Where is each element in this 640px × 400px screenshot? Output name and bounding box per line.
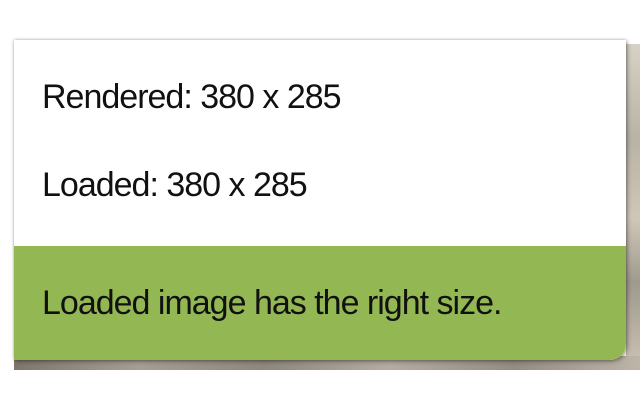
- image-size-tooltip: Rendered: 380 x 285 Loaded: 380 x 285 Lo…: [14, 40, 626, 360]
- background-image-edge: [626, 44, 640, 362]
- loaded-size-text: Loaded: 380 x 285: [42, 166, 308, 204]
- status-message: Loaded image has the right size.: [42, 284, 502, 322]
- status-banner: Loaded image has the right size.: [14, 246, 626, 360]
- page-stage: Rendered: 380 x 285 Loaded: 380 x 285 Lo…: [0, 0, 640, 400]
- rendered-size-text: Rendered: 380 x 285: [42, 78, 342, 116]
